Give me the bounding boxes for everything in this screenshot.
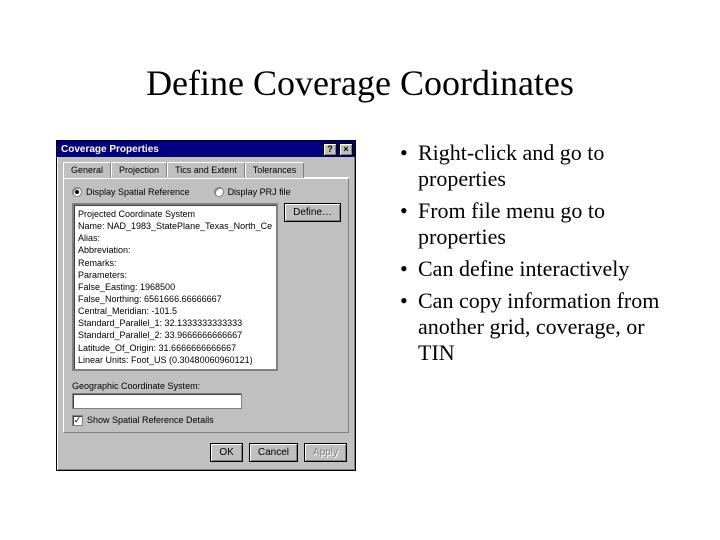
projection-info-group: Projected Coordinate System Name: NAD_19… (72, 203, 278, 371)
bullet-list: Right-click and go to properties From fi… (392, 140, 672, 471)
tab-projection[interactable]: Projection (111, 162, 167, 178)
proj-line: Remarks: (78, 257, 272, 269)
help-icon[interactable]: ? (323, 143, 337, 156)
dialog-title: Coverage Properties (61, 144, 321, 155)
proj-line: Parameters: (78, 269, 272, 281)
projection-panel: Display Spatial Reference Display PRJ fi… (63, 178, 349, 433)
proj-line: False_Northing: 6561666.66666667 (78, 293, 272, 305)
list-item: Right-click and go to properties (400, 140, 672, 192)
geo-coord-field[interactable] (72, 393, 242, 409)
radio-display-prj-file[interactable]: Display PRJ file (214, 187, 291, 197)
checkbox-label: Show Spatial Reference Details (87, 415, 214, 425)
apply-button[interactable]: Apply (304, 443, 347, 462)
projection-info-text: Projected Coordinate System Name: NAD_19… (73, 204, 277, 370)
geo-coord-label: Geographic Coordinate System: (72, 381, 340, 391)
show-details-checkbox[interactable]: ✓ Show Spatial Reference Details (72, 415, 340, 426)
proj-line: Standard_Parallel_2: 33.9666666666667 (78, 329, 272, 341)
coverage-properties-dialog: Coverage Properties ? × General Projecti… (56, 140, 356, 471)
proj-line: Abbreviation: (78, 244, 272, 256)
radio-label: Display Spatial Reference (86, 187, 190, 197)
ok-button[interactable]: OK (210, 443, 242, 462)
tab-tics-extent[interactable]: Tics and Extent (167, 162, 245, 178)
proj-line: Central_Meridian: -101.5 (78, 305, 272, 317)
tab-strip: General Projection Tics and Extent Toler… (63, 161, 349, 178)
list-item: From file menu go to properties (400, 198, 672, 250)
proj-line: Projected Coordinate System (78, 208, 272, 220)
list-item: Can copy information from another grid, … (400, 288, 672, 366)
dialog-titlebar[interactable]: Coverage Properties ? × (57, 141, 355, 157)
cancel-button[interactable]: Cancel (249, 443, 298, 462)
list-item: Can define interactively (400, 256, 672, 282)
proj-line: False_Easting: 1968500 (78, 281, 272, 293)
slide-title: Define Coverage Coordinates (0, 0, 720, 104)
proj-line: Name: NAD_1983_StatePlane_Texas_North_Ce (78, 220, 272, 232)
close-icon[interactable]: × (339, 143, 353, 156)
proj-line: Standard_Parallel_1: 32.1333333333333 (78, 317, 272, 329)
radio-display-spatial-ref[interactable]: Display Spatial Reference (72, 187, 190, 197)
radio-label: Display PRJ file (228, 187, 291, 197)
tab-tolerances[interactable]: Tolerances (245, 162, 305, 178)
dialog-button-row: OK Cancel Apply (57, 439, 355, 470)
tab-general[interactable]: General (63, 162, 111, 178)
proj-line: Latitude_Of_Origin: 31.6666666666667 (78, 342, 272, 354)
checkbox-icon: ✓ (72, 415, 83, 426)
radio-icon (214, 187, 224, 197)
define-button[interactable]: Define… (284, 203, 341, 222)
proj-line: Alias: (78, 232, 272, 244)
radio-icon (72, 187, 82, 197)
proj-line: Linear Units: Foot_US (0.30480060960121) (78, 354, 272, 366)
